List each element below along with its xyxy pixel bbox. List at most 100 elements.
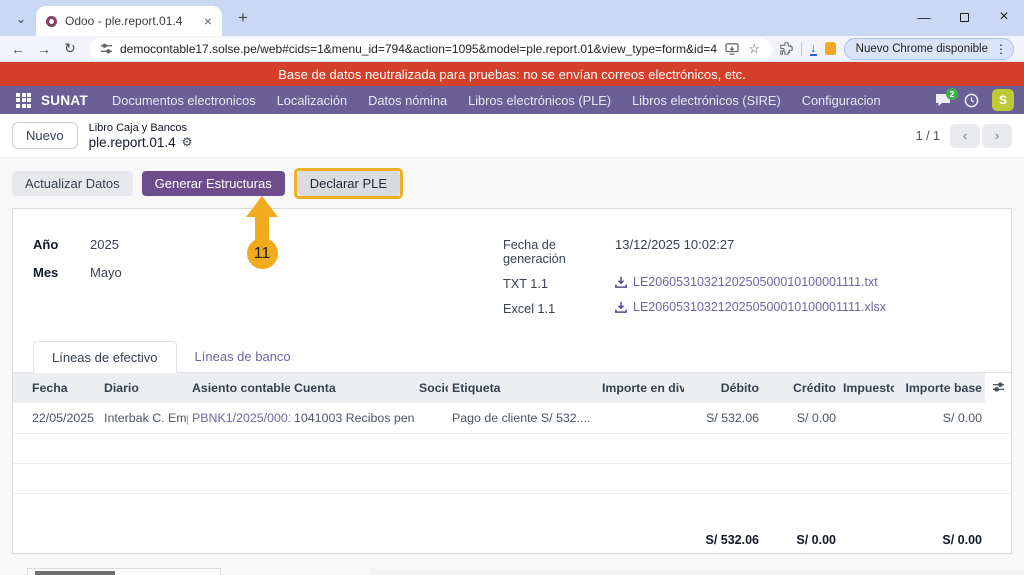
browser-toolbar: ← → ↻ democontable17.solse.pe/web#cids=1…	[0, 36, 1024, 62]
empty-row	[13, 433, 1011, 464]
nav-item-configuracion[interactable]: Configuracion	[802, 93, 881, 108]
col-diario[interactable]: Diario	[100, 373, 188, 403]
field-label-mes: Mes	[33, 265, 59, 280]
cell-debito[interactable]: S/ 532.06	[684, 403, 762, 434]
nav-item-libros-ple[interactable]: Libros electrónicos (PLE)	[468, 93, 611, 108]
field-value-fecha-generacion: 13/12/2025 10:02:27	[615, 237, 735, 252]
tab-lineas-efectivo[interactable]: Líneas de efectivo	[33, 341, 177, 373]
col-importe-base[interactable]: Importe base	[894, 373, 985, 403]
new-tab-button[interactable]: +	[230, 5, 256, 31]
file-download-icon	[615, 276, 627, 288]
col-debito[interactable]: Débito	[684, 373, 762, 403]
nav-item-datos-nomina[interactable]: Datos nómina	[368, 93, 447, 108]
cell-credito[interactable]: S/ 0.00	[762, 403, 839, 434]
restore-icon[interactable]	[944, 0, 984, 34]
control-panel: Nuevo Libro Caja y Bancos ple.report.01.…	[0, 114, 1024, 158]
back-icon[interactable]: ←	[6, 38, 30, 60]
col-socio[interactable]: Socio	[415, 373, 448, 403]
url-text[interactable]: democontable17.solse.pe/web#cids=1&menu_…	[120, 42, 718, 56]
extensions-puzzle-icon[interactable]	[780, 42, 793, 55]
empty-row	[13, 463, 1011, 494]
downloads-icon[interactable]: ↓	[810, 41, 817, 56]
form-view: 11 Actualizar Datos Generar Estructuras …	[0, 158, 1024, 575]
reload-icon[interactable]: ↻	[58, 38, 82, 60]
user-avatar[interactable]: S	[992, 89, 1014, 111]
tab-search-button[interactable]: ⌄	[8, 6, 34, 32]
col-credito[interactable]: Crédito	[762, 373, 839, 403]
col-fecha[interactable]: Fecha	[13, 373, 100, 403]
cell-fecha[interactable]: 22/05/2025	[13, 403, 100, 434]
minimize-icon[interactable]: —	[904, 0, 944, 34]
statusbar-buttons: Actualizar Datos Generar Estructuras Dec…	[0, 158, 1024, 208]
field-label-anio: Año	[33, 237, 59, 252]
cell-asiento-link[interactable]: PBNK1/2025/00016	[188, 403, 290, 434]
total-credito: S/ 0.00	[796, 533, 836, 547]
bookmark-star-icon[interactable]: ☆	[746, 41, 762, 57]
odoo-favicon-icon	[46, 15, 57, 27]
install-app-icon[interactable]	[725, 42, 739, 55]
nav-item-localizacion[interactable]: Localización	[277, 93, 347, 108]
address-bar[interactable]: democontable17.solse.pe/web#cids=1&menu_…	[90, 37, 773, 60]
cell-impuesto[interactable]	[839, 403, 894, 434]
neutralized-db-banner-text: Base de datos neutralizada para pruebas:…	[278, 66, 746, 82]
generar-estructuras-button[interactable]: Generar Estructuras	[141, 171, 285, 196]
close-icon[interactable]: ×	[984, 0, 1024, 34]
file-download-icon	[615, 301, 627, 313]
pager-next-icon[interactable]: ›	[982, 123, 1012, 148]
cell-importe-base[interactable]: S/ 0.00	[894, 403, 985, 434]
actualizar-datos-button[interactable]: Actualizar Datos	[12, 171, 133, 196]
col-etiqueta[interactable]: Etiqueta	[448, 373, 598, 403]
tab-close-icon[interactable]: ×	[202, 13, 214, 29]
field-label-fecha-generacion: Fecha de generación	[503, 238, 566, 266]
col-importe-divisa[interactable]: Importe en divisa	[598, 373, 684, 403]
messages-count-badge: 2	[946, 88, 958, 100]
declarar-ple-button[interactable]: Declarar PLE	[296, 171, 401, 196]
cell-cuenta[interactable]: 1041003 Recibos pendi...	[290, 403, 415, 434]
table-header-row: Fecha Diario Asiento contable Cuenta Soc…	[13, 373, 1011, 403]
extension-orange-icon[interactable]	[824, 42, 836, 55]
optional-columns-button[interactable]	[985, 373, 1011, 403]
field-label-excel: Excel 1.1	[503, 302, 556, 316]
browser-tab[interactable]: Odoo - ple.report.01.4 ×	[36, 6, 222, 36]
excel-file-link[interactable]: LE2060531032120250500010100001111.xlsx	[615, 300, 886, 314]
pager-count: 1 / 1	[915, 128, 940, 143]
table-row[interactable]: 22/05/2025 Interbak C. Empresa PBNK1/202…	[13, 403, 1011, 434]
col-impuesto[interactable]: Impuesto	[839, 373, 894, 403]
horizontal-scrollbar[interactable]	[27, 568, 221, 575]
nav-item-libros-sire[interactable]: Libros electrónicos (SIRE)	[632, 93, 781, 108]
breadcrumb-parent[interactable]: Libro Caja y Bancos	[89, 122, 193, 135]
pager-previous-icon[interactable]: ‹	[950, 123, 980, 148]
chrome-update-chip[interactable]: Nuevo Chrome disponible ⋮	[843, 37, 1014, 60]
cell-socio[interactable]	[415, 403, 448, 434]
cell-diario[interactable]: Interbak C. Empresa	[100, 403, 188, 434]
site-settings-icon[interactable]	[100, 42, 113, 55]
messages-button[interactable]: 2	[935, 88, 958, 107]
record-actions-gear-icon[interactable]: ⚙	[182, 135, 193, 150]
new-record-button[interactable]: Nuevo	[12, 122, 78, 149]
declarar-ple-highlight: Declarar PLE	[293, 168, 404, 199]
txt-file-link[interactable]: LE2060531032120250500010100001111.txt	[615, 275, 878, 289]
col-asiento[interactable]: Asiento contable	[188, 373, 290, 403]
browser-menu-dots-icon[interactable]: ⋮	[995, 42, 1007, 56]
tab-lineas-banco[interactable]: Líneas de banco	[177, 341, 309, 372]
empty-row	[13, 493, 1011, 523]
total-importe-base: S/ 0.00	[942, 533, 982, 547]
col-cuenta[interactable]: Cuenta	[290, 373, 415, 403]
breadcrumb: Libro Caja y Bancos ple.report.01.4 ⚙	[89, 122, 193, 150]
field-value-anio[interactable]: 2025	[90, 237, 119, 252]
field-value-mes[interactable]: Mayo	[90, 265, 122, 280]
field-label-txt: TXT 1.1	[503, 277, 548, 291]
breadcrumb-record: ple.report.01.4	[88, 134, 176, 150]
activities-clock-icon[interactable]	[964, 93, 979, 108]
apps-menu-icon[interactable]	[16, 92, 31, 108]
cell-importe-divisa[interactable]	[598, 403, 684, 434]
scrollbar-thumb[interactable]	[35, 571, 115, 575]
nav-item-documentos[interactable]: Documentos electronicos	[112, 93, 256, 108]
cell-etiqueta[interactable]: Pago de cliente S/ 532....	[448, 403, 598, 434]
forward-icon[interactable]: →	[32, 38, 56, 60]
app-brand[interactable]: SUNAT	[41, 93, 88, 108]
browser-tabstrip: ⌄ Odoo - ple.report.01.4 × + — ×	[0, 0, 1024, 36]
form-sheet: Año 2025 Mes Mayo Fecha de generación 13…	[12, 208, 1012, 554]
annotation-step-number: 11	[246, 238, 278, 269]
chrome-update-label: Nuevo Chrome disponible	[855, 42, 988, 55]
